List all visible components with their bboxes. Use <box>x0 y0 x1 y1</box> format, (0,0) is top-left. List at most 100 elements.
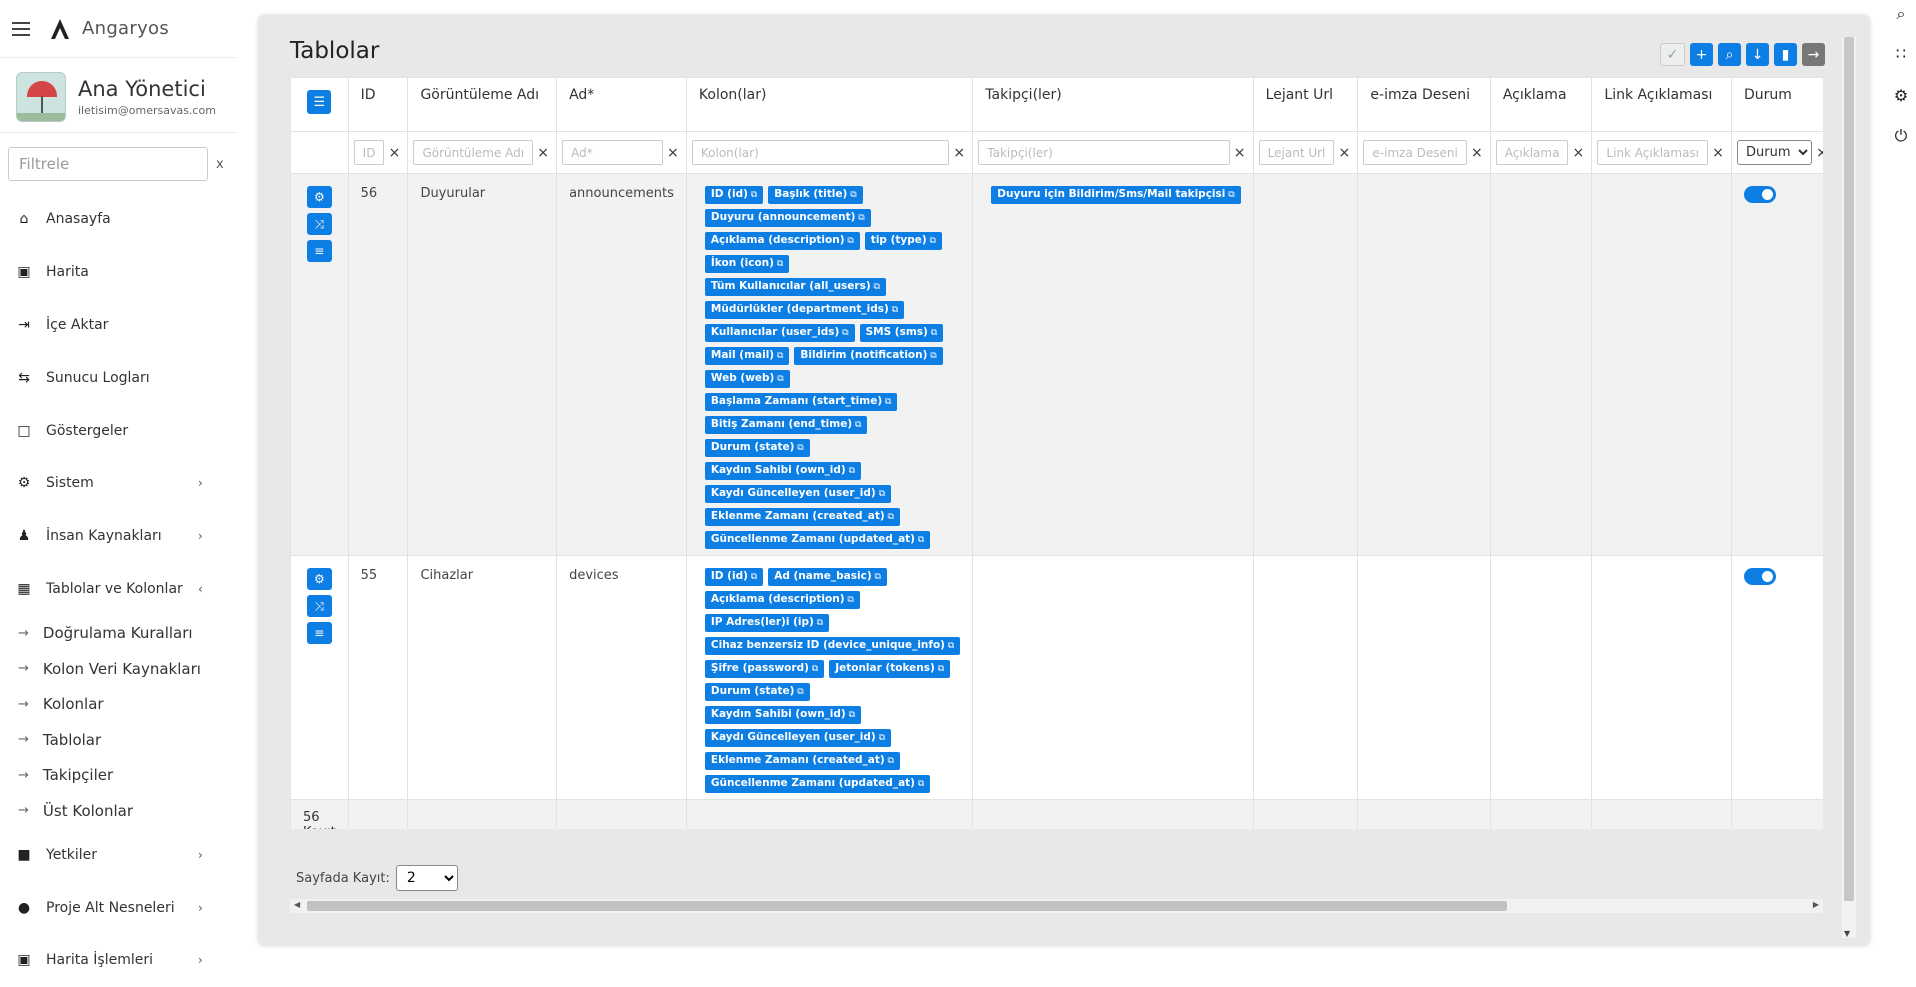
column-chip[interactable]: SMS (sms) <box>859 324 944 342</box>
column-chip[interactable]: İkon (icon) <box>704 255 790 273</box>
sidebar-filter-clear-button[interactable]: x <box>216 157 224 172</box>
sidebar-item-users[interactable]: ♟ İnsan Kaynakları › <box>0 510 240 563</box>
filter-input-g-r-nt-leme-ad[interactable]: Görüntüleme Adı <box>413 140 534 165</box>
column-header-kolon-lar[interactable]: Kolon(lar) <box>685 77 974 132</box>
column-header-g-r-nt-leme-ad[interactable]: Görüntüleme Adı <box>407 77 558 132</box>
check-button[interactable]: ✓ <box>1660 43 1685 66</box>
filter-clear-button[interactable]: × <box>1710 145 1726 161</box>
sidebar-subitem[interactable]: → Doğrulama Kuralları <box>0 615 240 651</box>
sidebar-item-map-ops[interactable]: ▣ Harita İşlemleri › <box>0 934 240 987</box>
filter-clear-button[interactable]: × <box>535 145 551 161</box>
column-chip[interactable]: Kaydın Sahibi (own_id) <box>704 706 862 724</box>
column-header-a-klama[interactable]: Açıklama <box>1489 77 1593 132</box>
row-shuffle-button[interactable]: ⤨ <box>306 213 332 235</box>
column-chip[interactable]: Bildirim (notification) <box>794 347 943 365</box>
column-chip[interactable]: IP Adres(ler)i (ip) <box>704 614 830 632</box>
scroll-down-icon[interactable]: ▼ <box>1844 929 1850 938</box>
page-size-select[interactable]: 2 <box>395 865 458 891</box>
sidebar-item-home[interactable]: ⌂ Anasayfa <box>0 193 240 246</box>
horizontal-scroll-thumb[interactable] <box>307 901 1507 911</box>
filter-input-lejant-url[interactable]: Lejant Url <box>1258 140 1335 165</box>
sidebar-subitem[interactable]: → Kolon Veri Kaynakları <box>0 651 240 687</box>
row-settings-button[interactable]: ⚙ <box>306 568 332 590</box>
column-chip[interactable]: Müdürlükler (department_ids) <box>704 301 905 319</box>
sidebar-subitem[interactable]: → Tablolar <box>0 722 240 758</box>
column-header-takip-i-ler[interactable]: Takipçi(ler) <box>972 77 1254 132</box>
sidebar-item-logs[interactable]: ⇆ Sunucu Logları <box>0 351 240 404</box>
column-chip[interactable]: Cihaz benzersiz ID (device_unique_info) <box>704 637 961 655</box>
status-toggle[interactable] <box>1744 568 1777 585</box>
column-chip[interactable]: Başlama Zamanı (start_time) <box>704 393 898 411</box>
filter-clear-button[interactable]: × <box>1232 145 1248 161</box>
column-chip[interactable]: Mail (mail) <box>704 347 790 365</box>
scroll-left-icon[interactable]: ◀ <box>294 900 300 909</box>
hamburger-menu-icon[interactable] <box>12 21 30 36</box>
filter-clear-button[interactable]: × <box>1469 145 1485 161</box>
status-filter-select[interactable]: Durum <box>1737 140 1813 165</box>
horizontal-scrollbar[interactable]: ◀ ▶ <box>290 899 1823 913</box>
sidebar-subitem[interactable]: → Üst Kolonlar <box>0 793 240 829</box>
column-chip[interactable]: Açıklama (description) <box>704 591 860 609</box>
column-chip[interactable]: Eklenme Zamanı (created_at) <box>704 508 900 526</box>
row-shuffle-button[interactable]: ⤨ <box>306 595 332 617</box>
search-icon[interactable]: ⌕ <box>1886 4 1916 24</box>
filter-input-e-imza-deseni[interactable]: e-imza Deseni <box>1363 140 1467 165</box>
status-toggle[interactable] <box>1744 186 1777 203</box>
column-chip[interactable]: Kaydı Güncelleyen (user_id) <box>704 485 892 503</box>
vertical-scrollbar[interactable]: ▼ <box>1842 37 1856 938</box>
add-button[interactable]: + <box>1690 43 1713 66</box>
avatar[interactable] <box>16 72 66 122</box>
sidebar-item-table[interactable]: ▦ Tablolar ve Kolonlar ‹ <box>0 563 240 616</box>
column-chip[interactable]: Durum (state) <box>704 439 810 457</box>
sidebar-subitem[interactable]: → Takipçiler <box>0 757 240 793</box>
column-chip[interactable]: ID (id) <box>704 186 764 204</box>
search-button[interactable]: ⌕ <box>1718 43 1741 66</box>
column-chip[interactable]: Şifre (password) <box>704 660 825 678</box>
column-header-durum[interactable]: Durum <box>1731 77 1823 132</box>
filter-input-link-a-klamas[interactable]: Link Açıklaması <box>1597 140 1709 165</box>
column-chip[interactable]: Kaydı Güncelleyen (user_id) <box>704 729 892 747</box>
column-header-link-a-klamas[interactable]: Link Açıklaması <box>1591 77 1733 132</box>
sidebar-item-dashboard[interactable]: □ Göstergeler <box>0 404 240 457</box>
column-chip[interactable]: Kaydın Sahibi (own_id) <box>704 462 862 480</box>
filter-clear-button[interactable]: × <box>1814 145 1823 161</box>
sidebar-item-lock[interactable]: ■ Yetkiler › <box>0 828 240 881</box>
column-chip[interactable]: Açıklama (description) <box>704 232 860 250</box>
column-chip[interactable]: Eklenme Zamanı (created_at) <box>704 752 900 770</box>
apps-grid-icon[interactable]: ∷ <box>1886 44 1916 63</box>
sidebar-item-pin[interactable]: ● Proje Alt Nesneleri › <box>0 881 240 934</box>
column-header-ad[interactable]: Ad* <box>556 77 687 132</box>
filter-clear-button[interactable]: × <box>665 145 681 161</box>
follower-chip[interactable]: Duyuru için Bildirim/Sms/Mail takipçisi <box>991 186 1241 204</box>
filter-clear-button[interactable]: × <box>951 145 967 161</box>
column-chip[interactable]: tip (type) <box>864 232 942 250</box>
filter-input-id[interactable]: ID <box>353 140 385 165</box>
column-header-id[interactable]: ID <box>347 77 409 132</box>
column-chip[interactable]: Bitiş Zamanı (end_time) <box>704 416 868 434</box>
filter-input-a-klama[interactable]: Açıklama <box>1495 140 1569 165</box>
sidebar-filter-input[interactable]: Filtrele <box>8 147 208 181</box>
column-chip[interactable]: Güncellenme Zamanı (updated_at) <box>704 531 931 549</box>
row-database-button[interactable]: ≡ <box>306 240 332 262</box>
filter-input-kolon-lar[interactable]: Kolon(lar) <box>691 140 950 165</box>
column-chip[interactable]: Duyuru (announcement) <box>704 209 871 227</box>
list-toggle-button[interactable]: ☰ <box>307 90 332 114</box>
sidebar-item-gear[interactable]: ⚙ Sistem › <box>0 457 240 510</box>
column-chip[interactable]: Tüm Kullanıcılar (all_users) <box>704 278 886 296</box>
scroll-right-icon[interactable]: ▶ <box>1813 900 1819 909</box>
column-chip[interactable]: Başlık (title) <box>768 186 863 204</box>
next-button[interactable]: → <box>1802 43 1825 66</box>
column-chip[interactable]: Jetonlar (tokens) <box>829 660 951 678</box>
filter-input-takip-i-ler[interactable]: Takipçi(ler) <box>978 140 1230 165</box>
column-header-e-imza-deseni[interactable]: e-imza Deseni <box>1357 77 1491 132</box>
sidebar-item-map[interactable]: ▣ Harita <box>0 246 240 299</box>
column-chip[interactable]: Web (web) <box>704 370 790 388</box>
sidebar-subitem[interactable]: → Kolonlar <box>0 686 240 722</box>
power-icon[interactable]: ⏻ <box>1886 126 1916 146</box>
column-chip[interactable]: Güncellenme Zamanı (updated_at) <box>704 775 931 793</box>
filter-clear-button[interactable]: × <box>1336 145 1352 161</box>
column-chip[interactable]: Kullanıcılar (user_ids) <box>704 324 855 342</box>
sidebar-item-import[interactable]: ⇥ İçe Aktar <box>0 299 240 352</box>
row-database-button[interactable]: ≡ <box>306 622 332 644</box>
settings-icon[interactable]: ⚙ <box>1886 86 1916 105</box>
